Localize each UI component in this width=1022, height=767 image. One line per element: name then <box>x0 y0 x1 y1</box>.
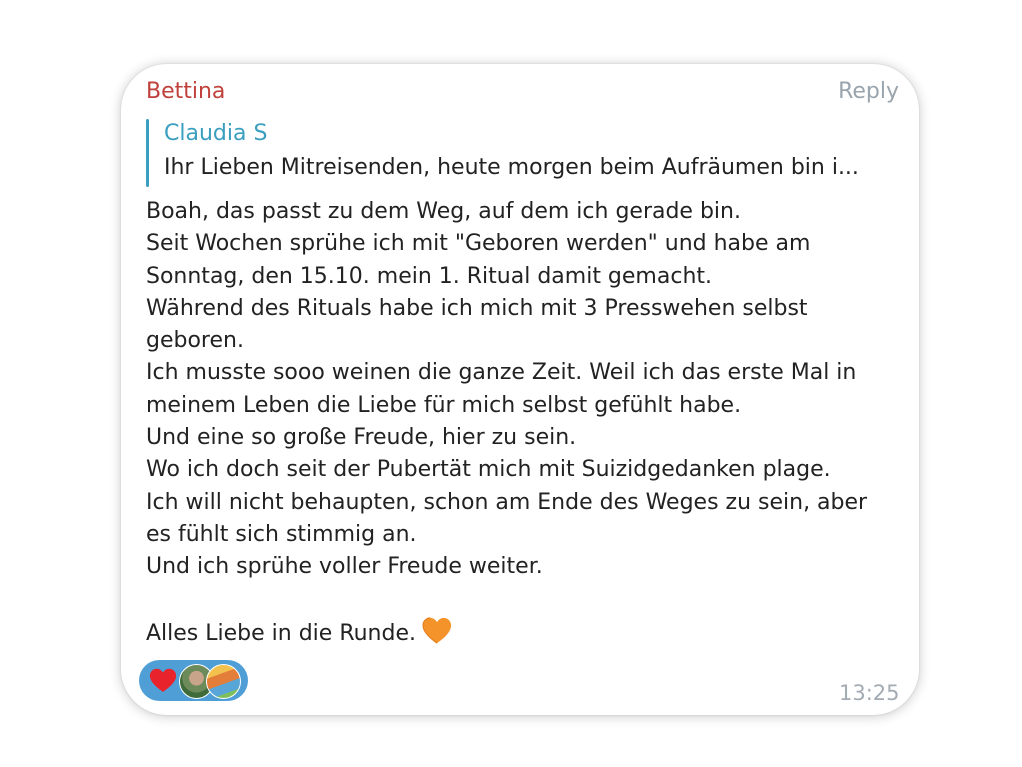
message-line: geboren. <box>146 328 244 354</box>
message-line: Ich will nicht behaupten, schon am Ende … <box>146 489 868 515</box>
orange-heart-icon <box>422 617 452 644</box>
quote-accent-bar <box>146 119 149 187</box>
red-heart-icon <box>149 668 177 692</box>
message-line: Und eine so große Freude, hier zu sein. <box>146 425 577 451</box>
message-line: Seit Wochen sprühe ich mit "Geboren werd… <box>146 231 811 257</box>
message-text: Boah, das passt zu dem Weg, auf dem ich … <box>146 196 906 650</box>
message-line: meinem Leben die Liebe für mich selbst g… <box>146 392 742 418</box>
reply-button[interactable]: Reply <box>838 78 899 106</box>
message-line: Wo ich doch seit der Pubertät mich mit S… <box>146 457 831 483</box>
message-bubble[interactable]: Bettina Reply Claudia S Ihr Lieben Mitre… <box>121 64 919 715</box>
message-line: Ich musste sooo weinen die ganze Zeit. W… <box>146 360 857 386</box>
quoted-message[interactable]: Claudia S Ihr Lieben Mitreisenden, heute… <box>146 119 898 187</box>
message-time: 13:25 <box>839 681 900 705</box>
reactor-avatar[interactable] <box>206 664 241 699</box>
message-line: es fühlt sich stimmig an. <box>146 521 417 547</box>
quote-text: Ihr Lieben Mitreisenden, heute morgen be… <box>164 155 859 180</box>
message-line: Sonntag, den 15.10. mein 1. Ritual damit… <box>146 263 713 289</box>
message-line: Während des Rituals habe ich mich mit 3 … <box>146 295 808 321</box>
reaction-pill[interactable] <box>139 660 248 701</box>
message-closing-line: Alles Liebe in die Runde. <box>146 616 906 650</box>
message-closing: Alles Liebe in die Runde. <box>146 620 416 646</box>
quote-author: Claudia S <box>164 121 268 146</box>
sender-name[interactable]: Bettina <box>146 78 225 106</box>
message-line: Boah, das passt zu dem Weg, auf dem ich … <box>146 199 741 224</box>
message-line: Und ich sprühe voller Freude weiter. <box>146 554 543 580</box>
